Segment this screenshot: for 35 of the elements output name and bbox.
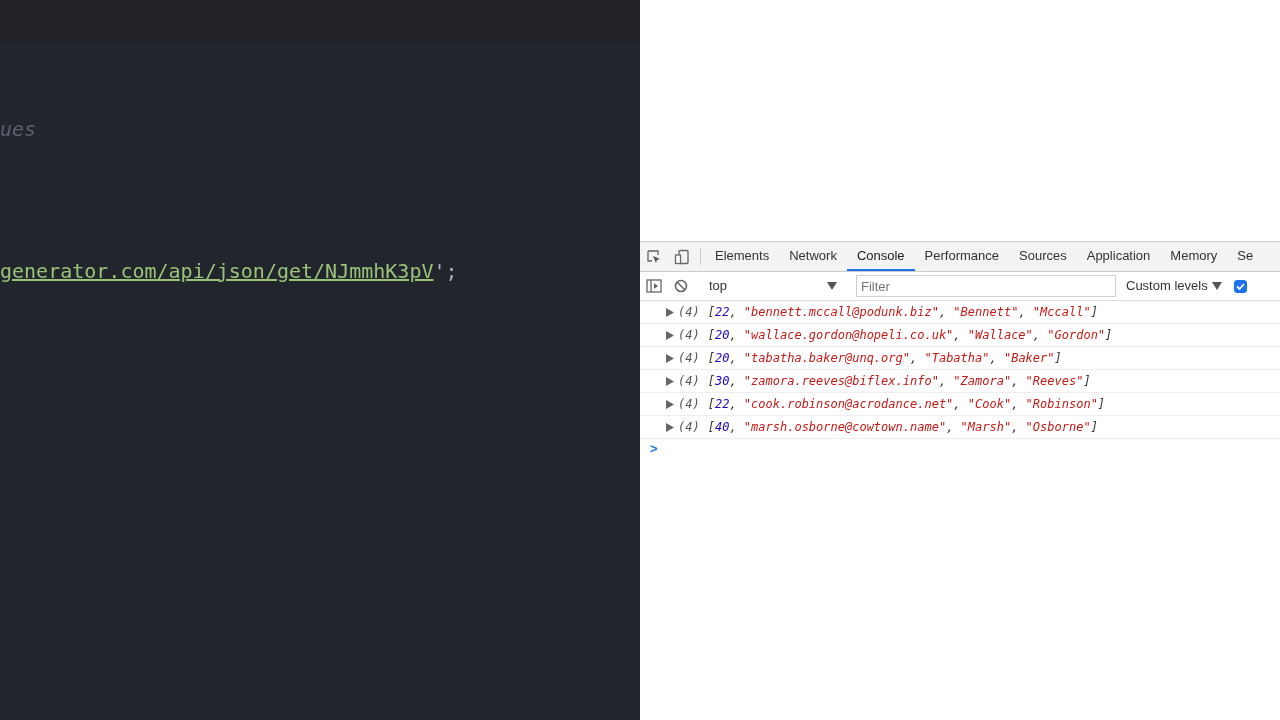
- checkbox[interactable]: [1233, 279, 1247, 293]
- array-preview: [20, "tabatha.baker@unq.org", "Tabatha", "Baker"]: [707, 350, 1062, 367]
- array-preview: [22, "bennett.mccall@podunk.biz", "Bennett", "Mccall"]: [707, 304, 1098, 321]
- devtools-tab[interactable]: Console: [846, 242, 915, 271]
- devtools-tab[interactable]: Application: [1076, 242, 1161, 271]
- array-preview: [20, "wallace.gordon@hopeli.co.uk", "Wallace", "Gordon"]: [707, 327, 1113, 344]
- expand-arrow-icon[interactable]: [666, 330, 674, 340]
- array-length: (4): [678, 419, 700, 436]
- devtools-tab[interactable]: Network: [779, 242, 847, 271]
- array-length: (4): [678, 396, 700, 413]
- array-preview: [40, "marsh.osborne@cowtown.name", "Marsh", "Osborne"]: [707, 419, 1098, 436]
- devtools-tab[interactable]: Memory: [1160, 242, 1228, 271]
- caret-icon: [827, 282, 837, 290]
- prompt-caret: >: [650, 441, 658, 456]
- devtools-tab[interactable]: Sources: [1009, 242, 1077, 271]
- expand-arrow-icon[interactable]: [666, 353, 674, 363]
- expand-arrow-icon[interactable]: [666, 376, 674, 386]
- array-length: (4): [678, 304, 700, 321]
- devtools-tab[interactable]: Se: [1227, 242, 1264, 271]
- code-comment: ues: [0, 117, 37, 141]
- expand-arrow-icon[interactable]: [666, 422, 674, 432]
- filter-field[interactable]: Filter: [856, 275, 1116, 297]
- array-length: (4): [678, 350, 700, 367]
- devtools-tab[interactable]: Performance: [914, 242, 1009, 271]
- context-dropdown[interactable]: top: [703, 276, 843, 296]
- devtools-tab[interactable]: Elements: [705, 242, 780, 271]
- levels-dropdown[interactable]: Custom levels: [1126, 276, 1222, 296]
- expand-arrow-icon[interactable]: [666, 399, 674, 409]
- array-preview: [30, "zamora.reeves@biflex.info", "Zamora", "Reeves"]: [707, 373, 1091, 390]
- code-line: generator.com/api/json/get/NJmmhK3pV';: [0, 259, 458, 283]
- caret-icon: [1211, 282, 1222, 290]
- array-preview: [22, "cook.robinson@acrodance.net", "Cook", "Robinson"]: [707, 396, 1106, 413]
- array-length: (4): [678, 373, 700, 390]
- array-length: (4): [678, 327, 700, 344]
- expand-arrow-icon[interactable]: [666, 307, 674, 317]
